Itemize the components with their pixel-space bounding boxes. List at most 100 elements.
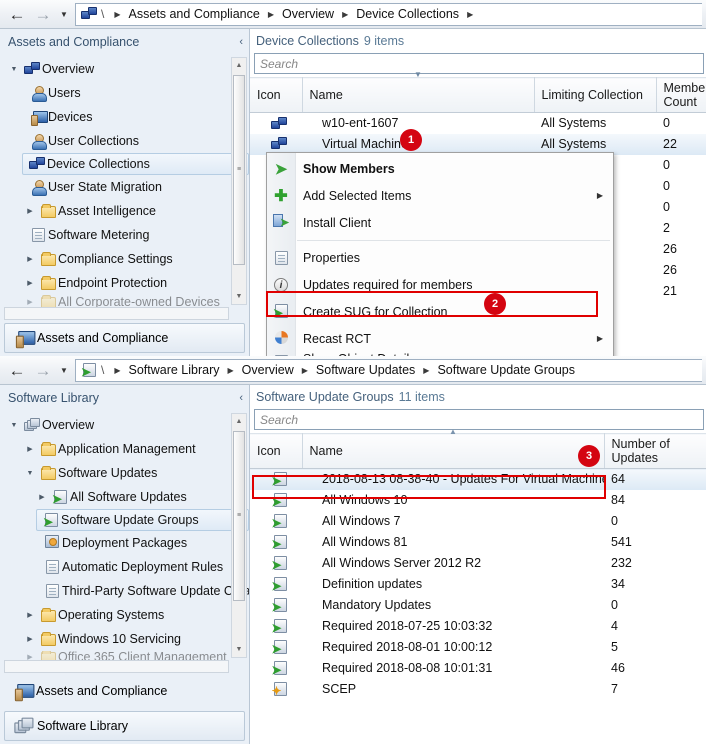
tree-item-all-corporate-owned-devices[interactable]: ▶ All Corporate-owned Devices bbox=[0, 295, 249, 307]
tree-item-overview[interactable]: ▼ Overview bbox=[0, 413, 249, 437]
workspace-button-software-library[interactable]: Software Library bbox=[4, 711, 245, 741]
collapse-pane-icon[interactable]: ‹ bbox=[239, 36, 243, 48]
top-breadcrumb[interactable]: \ ▶ Assets and Compliance ▶ Overview ▶ D… bbox=[75, 2, 702, 26]
content-header: Device Collections 9 items bbox=[250, 29, 706, 53]
expander-collapsed-icon[interactable]: ▶ bbox=[34, 493, 50, 501]
device-collections-icon bbox=[27, 157, 47, 172]
tree-item-windows-10-servicing[interactable]: ▶ Windows 10 Servicing bbox=[0, 627, 249, 651]
search-input[interactable]: Search bbox=[254, 53, 704, 74]
tree-item-automatic-deployment-rules[interactable]: Automatic Deployment Rules bbox=[0, 555, 249, 579]
expander-collapsed-icon[interactable]: ▶ bbox=[22, 445, 38, 453]
breadcrumb-item-0[interactable]: Assets and Compliance bbox=[128, 7, 261, 21]
table-row[interactable]: ➤ Mandatory Updates 0 bbox=[250, 595, 706, 616]
expander-collapsed-icon[interactable]: ▶ bbox=[22, 653, 38, 660]
breadcrumb-item-2[interactable]: Device Collections bbox=[355, 7, 460, 21]
table-row[interactable]: ➤ Required 2018-08-01 10:00:12 5 bbox=[250, 637, 706, 658]
scroll-up-icon[interactable]: ▲ bbox=[232, 58, 246, 73]
column-header-name[interactable]: ▲ Name bbox=[302, 427, 605, 469]
expander-expanded-icon[interactable]: ▼ bbox=[22, 470, 38, 477]
expander-collapsed-icon[interactable]: ▶ bbox=[22, 279, 38, 287]
table-row[interactable]: w10-ent-1607 All Systems 0 bbox=[250, 113, 706, 134]
scroll-down-icon[interactable]: ▼ bbox=[232, 289, 246, 304]
column-header-icon[interactable]: Icon bbox=[250, 77, 303, 113]
tree-item-label: User State Migration bbox=[48, 180, 162, 194]
tree-item-user-state-migration[interactable]: User State Migration bbox=[0, 175, 249, 199]
table-row[interactable]: ➤ All Windows 81 541 bbox=[250, 532, 706, 553]
nav-vertical-scrollbar[interactable]: ▲ ≡ ▼ bbox=[231, 413, 247, 658]
cell-name: Required 2018-08-08 10:01:31 bbox=[322, 661, 493, 675]
expander-collapsed-icon[interactable]: ▶ bbox=[22, 255, 38, 263]
column-header-name[interactable]: ▼ Name bbox=[302, 70, 535, 113]
tree-item-software-metering[interactable]: Software Metering bbox=[0, 223, 249, 247]
tree-item-user-collections[interactable]: User Collections bbox=[0, 129, 249, 153]
column-header-limiting-collection[interactable]: Limiting Collection bbox=[534, 77, 657, 113]
table-row[interactable]: ➤ 2018-08-13 08-38-40 - Updates For Virt… bbox=[250, 468, 706, 490]
recent-locations-dropdown-icon[interactable]: ▼ bbox=[56, 359, 72, 381]
breadcrumb-item-3[interactable]: Software Update Groups bbox=[436, 363, 576, 377]
tree-item-software-updates[interactable]: ▼ Software Updates bbox=[0, 461, 249, 485]
tree-item-compliance-settings[interactable]: ▶ Compliance Settings bbox=[0, 247, 249, 271]
tree-item-overview[interactable]: ▼ Overview bbox=[0, 57, 249, 81]
forward-button[interactable]: → bbox=[30, 2, 56, 26]
expander-collapsed-icon[interactable]: ▶ bbox=[22, 298, 38, 306]
menu-item-updates-required-for-members[interactable]: i Updates required for members bbox=[267, 271, 613, 298]
table-row[interactable]: ➤ All Windows 7 0 bbox=[250, 511, 706, 532]
back-button[interactable]: ← bbox=[4, 2, 30, 26]
expander-expanded-icon[interactable]: ▼ bbox=[6, 422, 22, 429]
software-metering-icon bbox=[28, 228, 48, 243]
tree-item-devices[interactable]: Devices bbox=[0, 105, 249, 129]
tree-item-application-management[interactable]: ▶ Application Management bbox=[0, 437, 249, 461]
menu-item-add-selected-items[interactable]: ✚ Add Selected Items ▶ bbox=[267, 182, 613, 209]
breadcrumb-item-1[interactable]: Overview bbox=[281, 7, 335, 21]
menu-item-install-client[interactable]: ➤ Install Client bbox=[267, 209, 613, 236]
search-input[interactable]: Search bbox=[254, 409, 704, 430]
scroll-up-icon[interactable]: ▲ bbox=[232, 414, 246, 429]
back-button[interactable]: ← bbox=[4, 358, 30, 382]
table-row[interactable]: ✦ SCEP 7 bbox=[250, 679, 706, 700]
workspace-button-assets-and-compliance[interactable]: Assets and Compliance bbox=[4, 323, 245, 353]
menu-item-show-object-details[interactable]: Show Object Details bbox=[267, 352, 613, 356]
expander-collapsed-icon[interactable]: ▶ bbox=[22, 207, 38, 215]
table-row[interactable]: ➤ All Windows Server 2012 R2 232 bbox=[250, 553, 706, 574]
tree-item-third-party-software-update-catalogs[interactable]: Third-Party Software Update Catalogs bbox=[0, 579, 249, 603]
expander-collapsed-icon[interactable]: ▶ bbox=[22, 611, 38, 619]
breadcrumb-item-0[interactable]: Software Library bbox=[128, 363, 221, 377]
menu-item-properties[interactable]: Properties bbox=[267, 244, 613, 271]
nav-vertical-scrollbar[interactable]: ▲ ≡ ▼ bbox=[231, 57, 247, 305]
menu-item-show-members[interactable]: ➤ Show Members bbox=[267, 155, 613, 182]
device-collection-context-menu[interactable]: ➤ Show Members ✚ Add Selected Items ▶ ➤ … bbox=[266, 152, 614, 356]
tree-item-device-collections[interactable]: Device Collections bbox=[22, 153, 249, 175]
table-row[interactable]: ➤ All Windows 10 84 bbox=[250, 490, 706, 511]
column-header-member-count[interactable]: Member Count bbox=[656, 77, 706, 113]
nav-horizontal-scrollbar[interactable] bbox=[4, 660, 229, 673]
expander-expanded-icon[interactable]: ▼ bbox=[6, 66, 22, 73]
tree-item-office-365-client-management[interactable]: ▶ Office 365 Client Management bbox=[0, 651, 249, 660]
collapse-pane-icon[interactable]: ‹ bbox=[239, 392, 243, 404]
tree-item-all-software-updates[interactable]: ▶ ➤ All Software Updates bbox=[0, 485, 249, 509]
tree-item-users[interactable]: Users bbox=[0, 81, 249, 105]
nav-horizontal-scrollbar[interactable] bbox=[4, 307, 229, 320]
scrollbar-thumb[interactable]: ≡ bbox=[233, 75, 245, 265]
tree-item-endpoint-protection[interactable]: ▶ Endpoint Protection bbox=[0, 271, 249, 295]
scroll-down-icon[interactable]: ▼ bbox=[232, 642, 246, 657]
menu-item-recast-rct[interactable]: Recast RCT ▶ bbox=[267, 325, 613, 352]
tree-item-deployment-packages[interactable]: Deployment Packages bbox=[0, 531, 249, 555]
table-row[interactable]: ➤ Definition updates 34 bbox=[250, 574, 706, 595]
tree-item-operating-systems[interactable]: ▶ Operating Systems bbox=[0, 603, 249, 627]
menu-item-create-sug-for-collection[interactable]: ➤ Create SUG for Collection bbox=[267, 298, 613, 325]
cell-number-of-updates: 64 bbox=[604, 468, 706, 490]
forward-button[interactable]: → bbox=[30, 358, 56, 382]
workspace-button-assets-and-compliance[interactable]: Assets and Compliance bbox=[4, 676, 245, 706]
table-row[interactable]: ➤ Required 2018-08-08 10:01:31 46 bbox=[250, 658, 706, 679]
column-header-icon[interactable]: Icon bbox=[250, 433, 303, 469]
bottom-breadcrumb[interactable]: ➤ \ ▶ Software Library ▶ Overview ▶ Soft… bbox=[75, 358, 702, 382]
recent-locations-dropdown-icon[interactable]: ▼ bbox=[56, 3, 72, 25]
table-row[interactable]: ➤ Required 2018-07-25 10:03:32 4 bbox=[250, 616, 706, 637]
column-header-number-of-updates[interactable]: Number of Updates bbox=[604, 433, 706, 469]
scrollbar-thumb[interactable]: ≡ bbox=[233, 431, 245, 601]
breadcrumb-item-2[interactable]: Software Updates bbox=[315, 363, 416, 377]
tree-item-asset-intelligence[interactable]: ▶ Asset Intelligence bbox=[0, 199, 249, 223]
tree-item-software-update-groups[interactable]: ➤ Software Update Groups bbox=[36, 509, 249, 531]
expander-collapsed-icon[interactable]: ▶ bbox=[22, 635, 38, 643]
breadcrumb-item-1[interactable]: Overview bbox=[241, 363, 295, 377]
